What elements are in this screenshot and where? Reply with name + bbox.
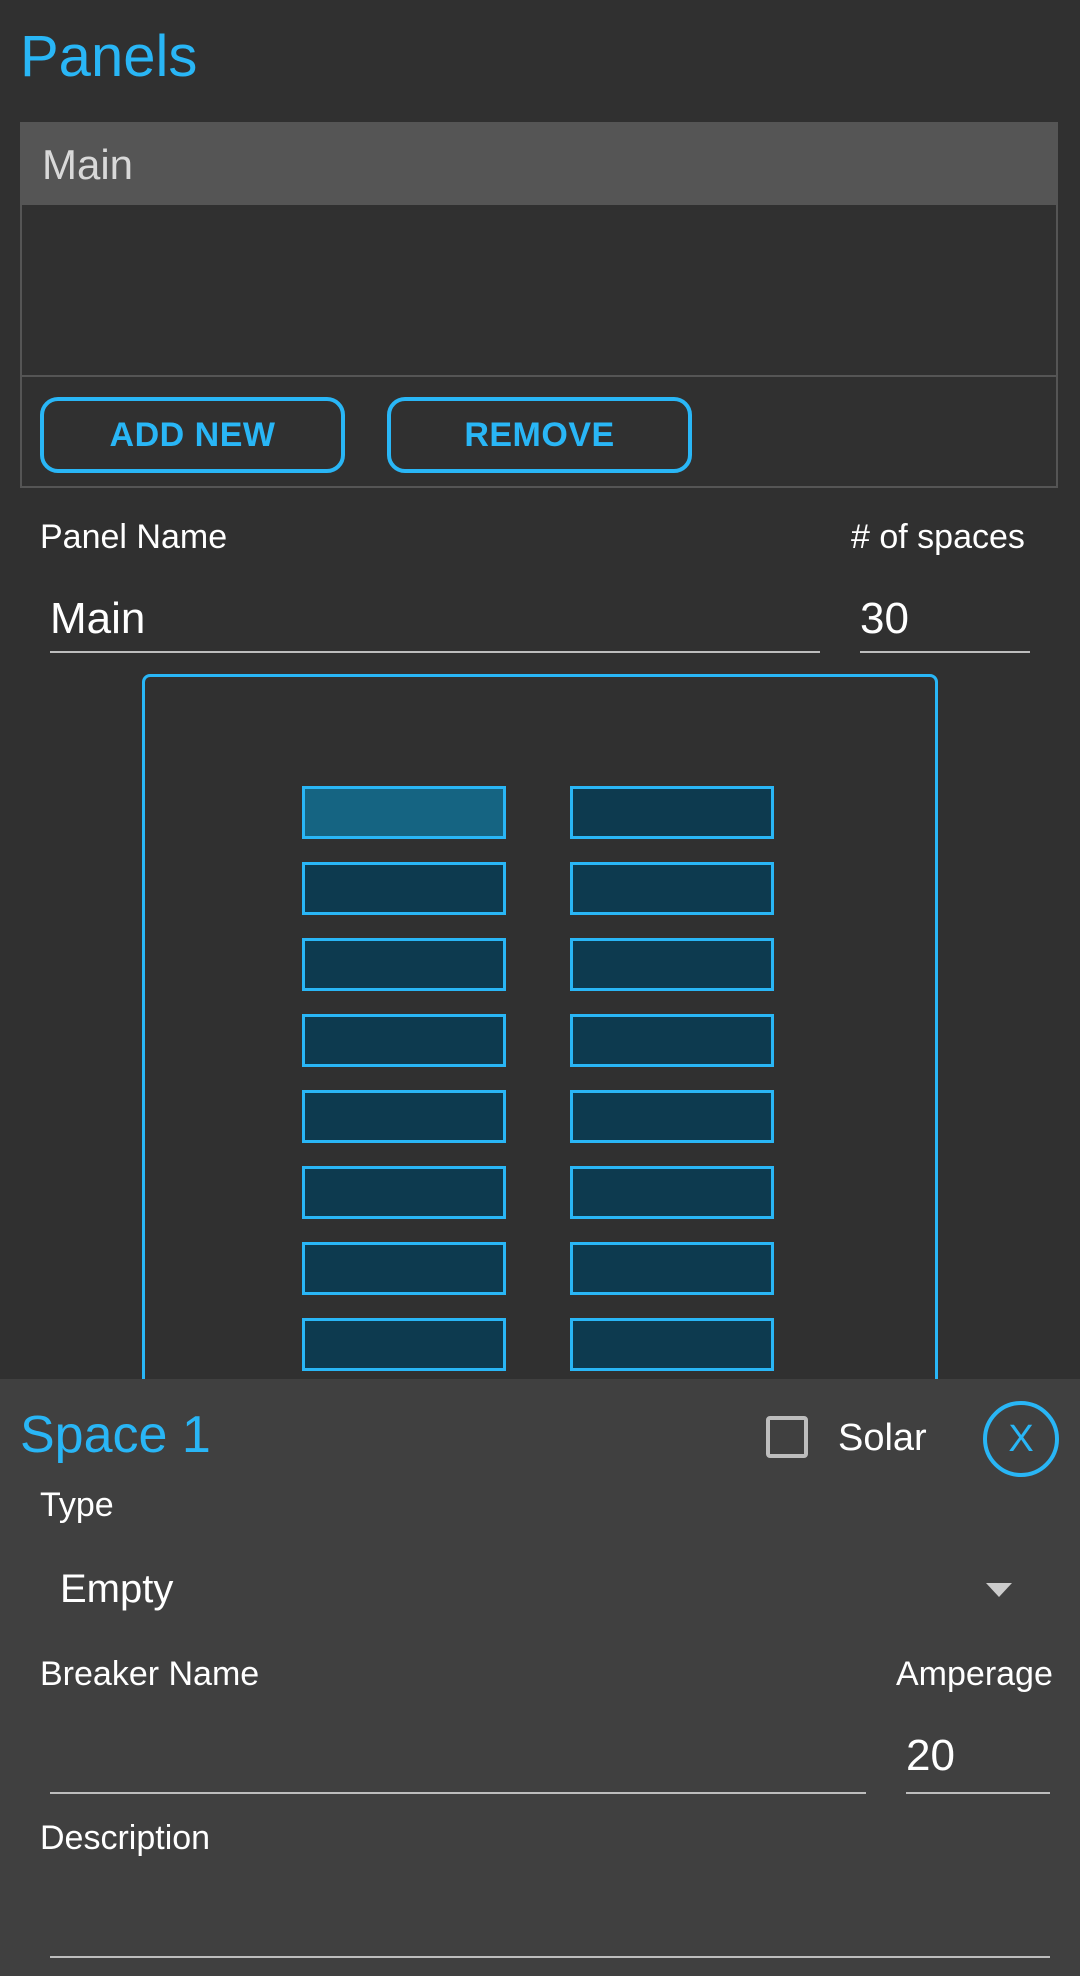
solar-checkbox[interactable] (766, 1416, 808, 1458)
breaker-slot[interactable] (570, 1318, 774, 1371)
breaker-slot[interactable] (570, 786, 774, 839)
space-title: Space 1 (20, 1406, 211, 1464)
list-item[interactable]: Main (22, 124, 1056, 205)
type-label: Type (40, 1486, 114, 1524)
close-button[interactable]: X (983, 1401, 1059, 1477)
amperage-underline (906, 1792, 1050, 1794)
amperage-label: Amperage (896, 1655, 1053, 1693)
close-icon: X (1008, 1417, 1034, 1460)
page-title: Panels (20, 24, 198, 89)
panel-name-label: Panel Name (40, 518, 228, 556)
description-label: Description (40, 1819, 211, 1857)
add-new-button[interactable]: ADD NEW (40, 397, 345, 473)
breaker-slot[interactable] (302, 862, 506, 915)
panel-list-actions: ADD NEW REMOVE (22, 377, 1056, 486)
breaker-slot[interactable] (302, 786, 506, 839)
breaker-slot[interactable] (302, 1242, 506, 1295)
breaker-slot[interactable] (302, 1014, 506, 1067)
type-select[interactable]: Empty (60, 1567, 173, 1612)
breaker-slot[interactable] (302, 1166, 506, 1219)
breaker-slot[interactable] (302, 938, 506, 991)
breaker-slot[interactable] (570, 1242, 774, 1295)
panel-list-empty-area (22, 205, 1056, 377)
breaker-slot[interactable] (570, 1014, 774, 1067)
amperage-input[interactable]: 20 (906, 1731, 955, 1781)
spaces-underline (860, 651, 1030, 653)
panel-name-input[interactable]: Main (50, 594, 145, 644)
spaces-input[interactable]: 30 (860, 594, 909, 644)
breaker-slot[interactable] (570, 862, 774, 915)
breaker-slot[interactable] (570, 938, 774, 991)
breaker-name-label: Breaker Name (40, 1655, 260, 1693)
chevron-down-icon[interactable] (986, 1583, 1012, 1597)
breaker-slot[interactable] (302, 1090, 506, 1143)
description-underline (50, 1956, 1050, 1958)
breaker-slot[interactable] (302, 1318, 506, 1371)
breaker-slot[interactable] (570, 1166, 774, 1219)
breaker-panel (142, 674, 938, 1394)
panel-list: Main ADD NEW REMOVE (20, 122, 1058, 488)
panel-name-underline (50, 651, 820, 653)
breaker-name-underline (50, 1792, 866, 1794)
breaker-slot[interactable] (570, 1090, 774, 1143)
solar-label: Solar (838, 1417, 927, 1459)
panel-list-item-label: Main (42, 140, 134, 188)
space-detail-sheet: Space 1 Solar X Type Empty Breaker Name … (0, 1379, 1080, 1976)
remove-button[interactable]: REMOVE (387, 397, 692, 473)
spaces-label: # of spaces (851, 518, 1025, 556)
